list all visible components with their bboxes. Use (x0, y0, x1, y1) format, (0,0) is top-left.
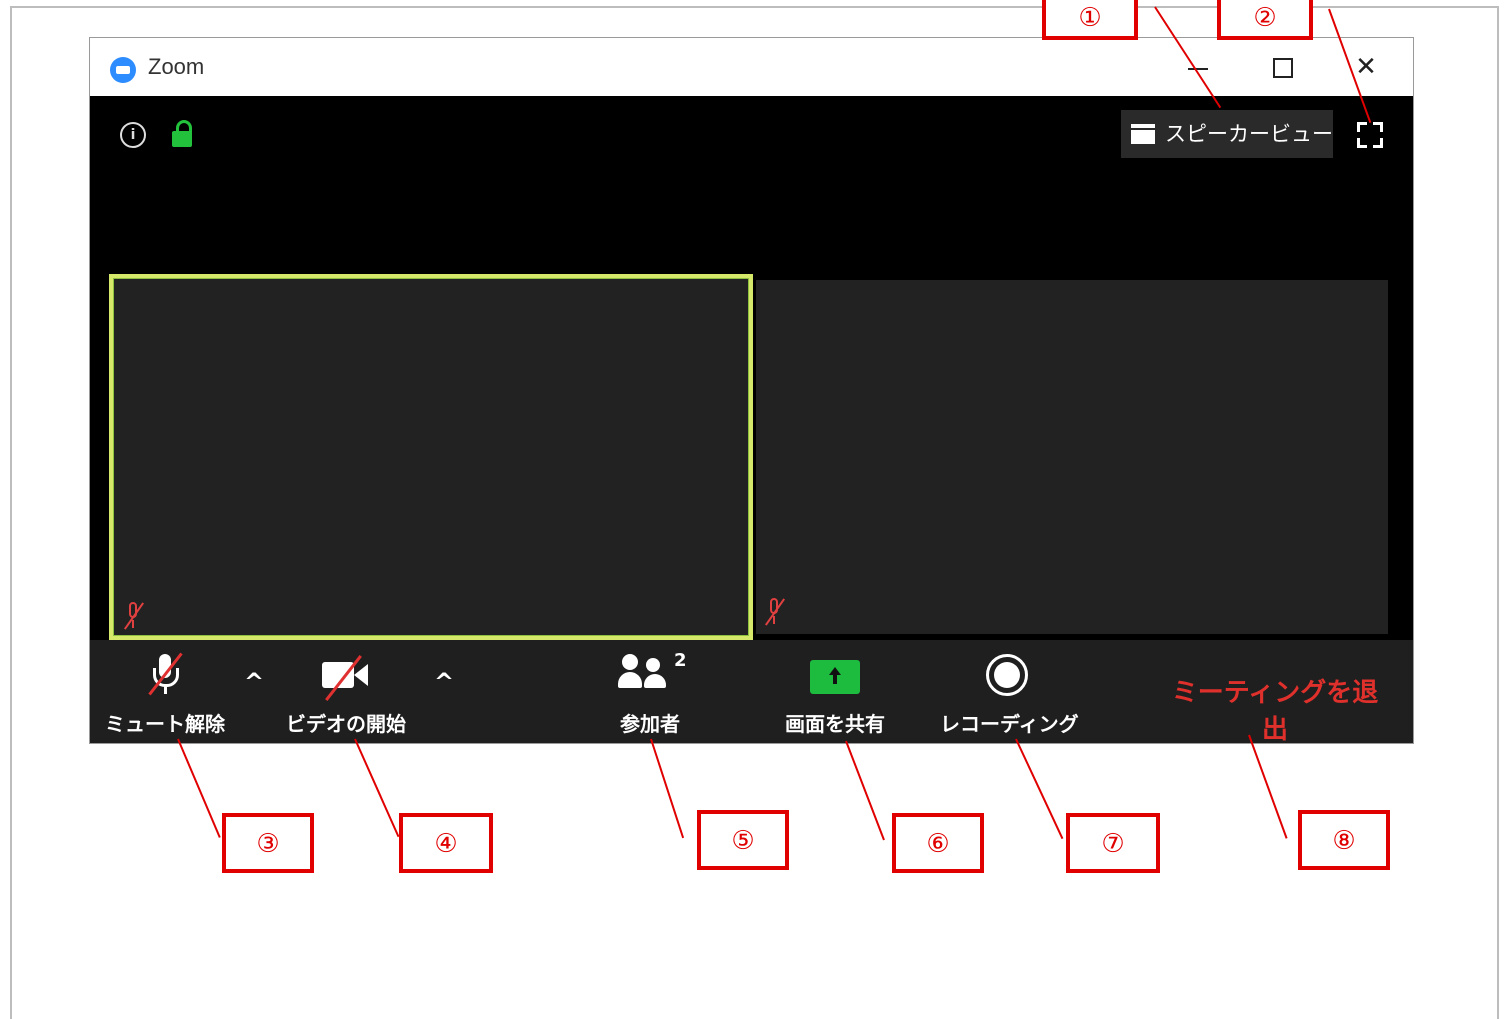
muted-mic-icon (123, 600, 145, 630)
record-icon (986, 654, 1028, 696)
speaker-view-icon (1131, 124, 1155, 144)
record-button[interactable]: レコーディング (940, 640, 1079, 743)
participants-icon (618, 654, 668, 692)
maximize-button[interactable] (1264, 50, 1300, 84)
video-off-icon (322, 655, 370, 701)
zoom-window: Zoom ✕ i スピーカービュー ミュート解除 ^ ビデオの開始 ^ 2 参加… (90, 38, 1413, 746)
start-video-button[interactable]: ビデオの開始 (276, 640, 416, 743)
meeting-toolbar: ミュート解除 ^ ビデオの開始 ^ 2 参加者 画面を共有 レコーディング ミー… (90, 640, 1413, 746)
fullscreen-icon[interactable] (1357, 122, 1383, 148)
microphone-muted-icon (148, 652, 183, 696)
window-title: Zoom (148, 54, 205, 79)
audio-options-caret[interactable]: ^ (244, 668, 264, 696)
callout-badge-6: ⑥ (892, 813, 984, 873)
video-tile-active-speaker[interactable] (109, 274, 753, 640)
callout-badge-2: ② (1217, 0, 1313, 40)
callout-badge-1: ① (1042, 0, 1138, 40)
muted-mic-icon (764, 596, 786, 626)
info-icon[interactable]: i (120, 122, 146, 148)
start-video-label: ビデオの開始 (286, 712, 406, 736)
lock-icon[interactable] (172, 120, 194, 148)
share-screen-label: 画面を共有 (785, 712, 885, 736)
share-screen-button[interactable]: 画面を共有 (770, 640, 900, 743)
callout-badge-4: ④ (399, 813, 493, 873)
participants-count: 2 (674, 650, 687, 671)
callout-badge-5: ⑤ (697, 810, 789, 870)
leave-meeting-button[interactable]: ミーティングを退出 (1160, 672, 1390, 746)
unmute-button[interactable]: ミュート解除 (94, 640, 236, 743)
speaker-view-button[interactable]: スピーカービュー (1121, 110, 1333, 158)
callout-badge-7: ⑦ (1066, 813, 1160, 873)
participants-label: 参加者 (620, 712, 680, 736)
speaker-view-label: スピーカービュー (1165, 122, 1333, 146)
participants-button[interactable]: 2 参加者 (600, 640, 700, 743)
recording-label: レコーディング (940, 712, 1079, 736)
zoom-logo-icon (110, 57, 136, 83)
callout-badge-8: ⑧ (1298, 810, 1390, 870)
meeting-area: i スピーカービュー (90, 96, 1413, 680)
video-options-caret[interactable]: ^ (434, 668, 454, 696)
share-screen-icon (810, 660, 860, 694)
callout-badge-3: ③ (222, 813, 314, 873)
title-bar: Zoom ✕ (90, 38, 1413, 97)
unmute-label: ミュート解除 (105, 712, 225, 736)
video-tile-participant[interactable] (756, 280, 1388, 634)
